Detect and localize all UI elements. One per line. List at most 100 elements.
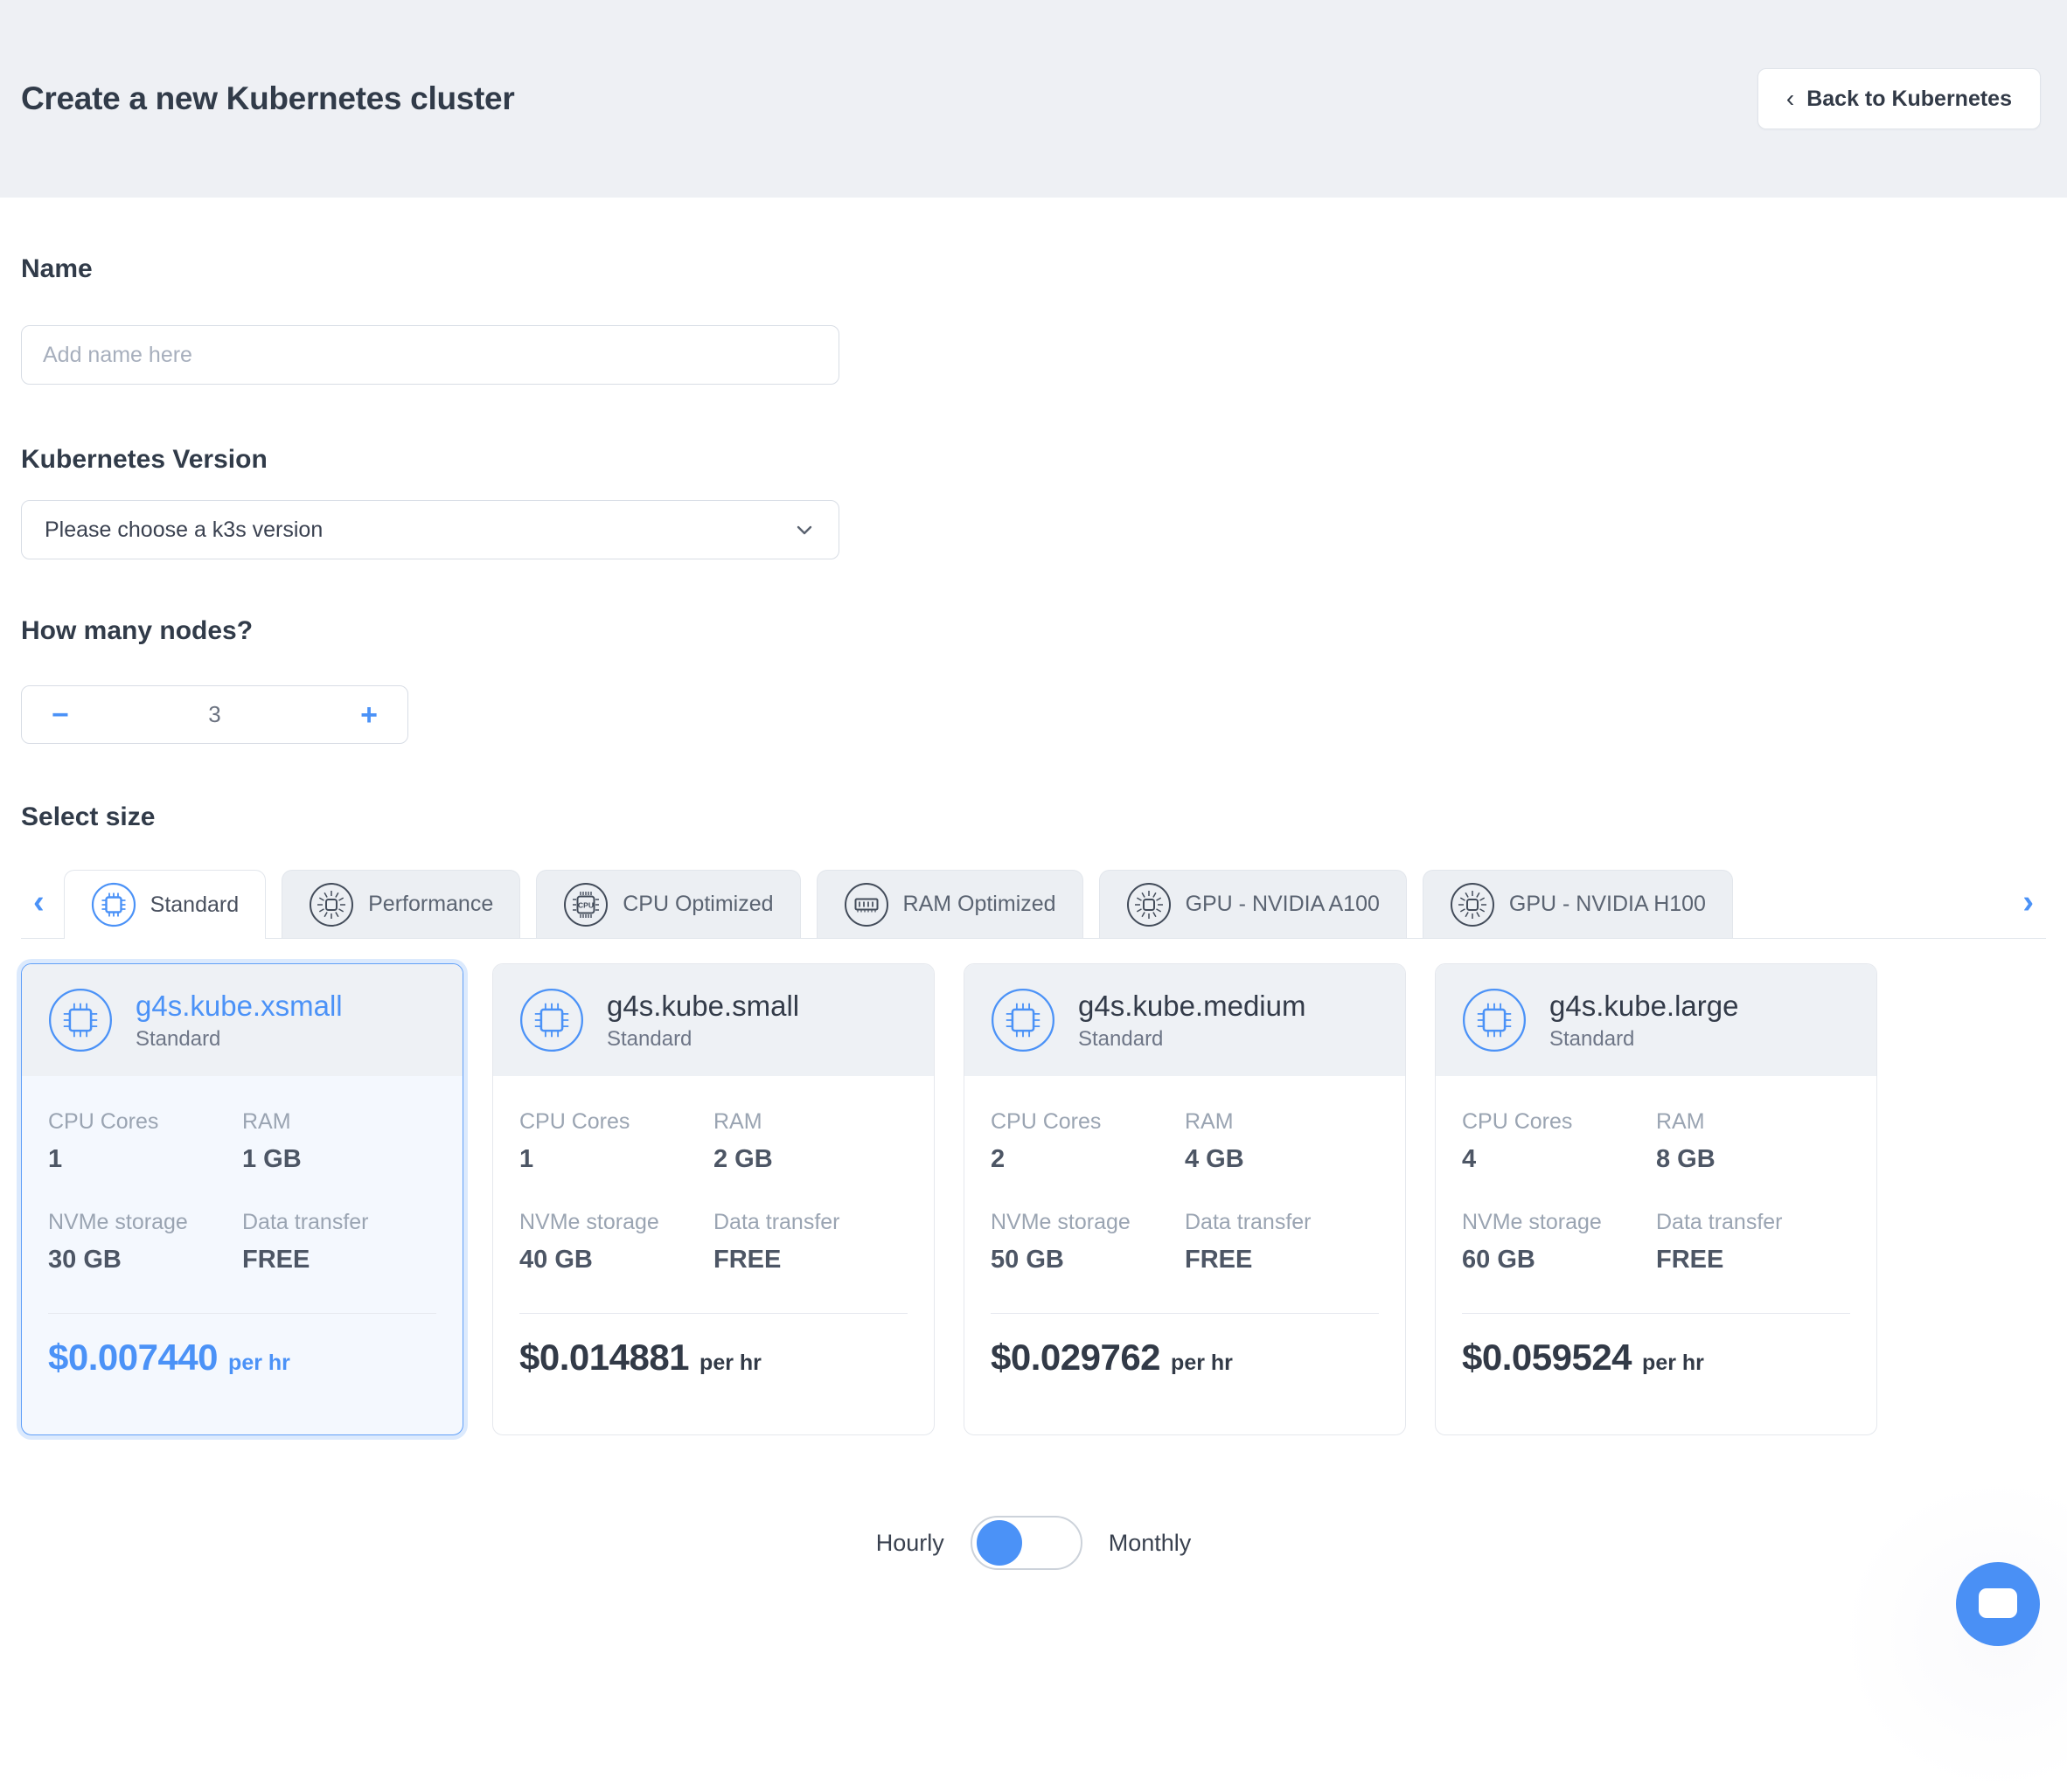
billing-period-toggle[interactable] <box>971 1516 1082 1570</box>
hourly-label: Hourly <box>876 1530 944 1557</box>
size-card-g4s-kube-xsmall[interactable]: g4s.kube.xsmall Standard CPU Cores1 RAM1… <box>21 963 463 1435</box>
page-header: Create a new Kubernetes cluster ‹ Back t… <box>0 0 2067 198</box>
price-row: $0.059524 per hr <box>1436 1314 1876 1379</box>
spec-value: 8 GB <box>1656 1147 1850 1172</box>
decrement-nodes-button[interactable]: − <box>52 700 69 730</box>
spec-value: FREE <box>1185 1247 1379 1273</box>
spec-value: 50 GB <box>991 1247 1185 1273</box>
k3s-version-select[interactable]: Please choose a k3s version <box>21 500 839 559</box>
size-name: g4s.kube.large <box>1549 989 1738 1024</box>
price: $0.029762 <box>991 1337 1160 1379</box>
size-cards: g4s.kube.xsmall Standard CPU Cores1 RAM1… <box>21 963 2046 1435</box>
size-card-g4s-kube-small[interactable]: g4s.kube.small Standard CPU Cores1 RAM2 … <box>492 963 935 1435</box>
spec-grid: CPU Cores2 RAM4 GB NVMe storage50 GB Dat… <box>964 1076 1405 1273</box>
size-tier: Standard <box>607 1027 799 1052</box>
price-row: $0.014881 per hr <box>493 1314 934 1379</box>
page-title: Create a new Kubernetes cluster <box>21 80 514 117</box>
k3s-version-selected-option: Please choose a k3s version <box>45 517 323 543</box>
spec-value: 1 <box>48 1147 242 1172</box>
size-name: g4s.kube.small <box>607 989 799 1024</box>
node-count-label: How many nodes? <box>21 615 2046 647</box>
size-card-g4s-kube-medium[interactable]: g4s.kube.medium Standard CPU Cores2 RAM4… <box>964 963 1406 1435</box>
tab-label: RAM Optimized <box>903 892 1056 917</box>
spec-value: 30 GB <box>48 1247 242 1273</box>
spec-grid: CPU Cores4 RAM8 GB NVMe storage60 GB Dat… <box>1436 1076 1876 1273</box>
tab-ram-optimized[interactable]: RAM Optimized <box>817 870 1083 938</box>
spec-label: NVMe storage <box>991 1212 1185 1233</box>
tab-label: CPU Optimized <box>623 892 773 917</box>
select-size-label: Select size <box>21 802 2046 833</box>
spec-value: 2 GB <box>713 1147 908 1172</box>
spec-value: 1 <box>519 1147 713 1172</box>
spec-label: CPU Cores <box>48 1111 242 1133</box>
size-tier: Standard <box>1549 1027 1738 1052</box>
price: $0.014881 <box>519 1337 689 1379</box>
size-card-g4s-kube-large[interactable]: g4s.kube.large Standard CPU Cores4 RAM8 … <box>1435 963 1877 1435</box>
spec-value: 60 GB <box>1462 1247 1656 1273</box>
tab-performance[interactable]: Performance <box>282 870 520 938</box>
spec-label: RAM <box>713 1111 908 1133</box>
spec-value: FREE <box>1656 1247 1850 1273</box>
spec-label: RAM <box>1185 1111 1379 1133</box>
tab-label: Performance <box>368 892 493 917</box>
price-unit: per hr <box>1171 1351 1233 1376</box>
price-unit: per hr <box>228 1351 290 1376</box>
node-count-stepper: − 3 + <box>21 685 408 744</box>
chip-icon <box>1462 988 1527 1052</box>
card-header: g4s.kube.xsmall Standard <box>22 964 463 1076</box>
tabs-scroll-left-button[interactable]: ‹ <box>33 886 45 938</box>
chat-launcher-button[interactable] <box>1956 1562 2040 1646</box>
spec-label: NVMe storage <box>1462 1212 1656 1233</box>
tab-cpu-optimized[interactable]: CPU CPU Optimized <box>536 870 800 938</box>
chip-icon <box>991 988 1055 1052</box>
spec-value: 2 <box>991 1147 1185 1172</box>
node-count-value: 3 <box>208 701 220 728</box>
price-unit: per hr <box>699 1351 762 1376</box>
spec-label: Data transfer <box>242 1212 436 1233</box>
tab-gpu-nvidia-a100[interactable]: GPU - NVIDIA A100 <box>1099 870 1407 938</box>
spec-value: FREE <box>242 1247 436 1273</box>
tab-gpu-nvidia-h100[interactable]: GPU - NVIDIA H100 <box>1423 870 1733 938</box>
chat-bubble-icon <box>1979 1588 2017 1618</box>
price: $0.007440 <box>48 1337 218 1379</box>
spec-grid: CPU Cores1 RAM1 GB NVMe storage30 GB Dat… <box>22 1076 463 1273</box>
tab-label: GPU - NVIDIA A100 <box>1186 892 1380 917</box>
ram-stick-icon <box>844 882 889 927</box>
chevron-left-icon: ‹ <box>1786 87 1794 111</box>
chevron-down-icon <box>793 518 816 541</box>
toggle-knob <box>977 1520 1022 1566</box>
card-header: g4s.kube.small Standard <box>493 964 934 1076</box>
tab-standard[interactable]: Standard <box>64 870 266 939</box>
cluster-name-input[interactable] <box>21 325 839 385</box>
price: $0.059524 <box>1462 1337 1632 1379</box>
spec-label: NVMe storage <box>519 1212 713 1233</box>
kubernetes-version-label: Kubernetes Version <box>21 444 2046 476</box>
price-row: $0.029762 per hr <box>964 1314 1405 1379</box>
spec-grid: CPU Cores1 RAM2 GB NVMe storage40 GB Dat… <box>493 1076 934 1273</box>
back-to-kubernetes-button[interactable]: ‹ Back to Kubernetes <box>1757 68 2041 129</box>
spec-label: Data transfer <box>713 1212 908 1233</box>
chip-icon <box>48 988 113 1052</box>
spec-label: CPU Cores <box>1462 1111 1656 1133</box>
card-header: g4s.kube.large Standard <box>1436 964 1876 1076</box>
card-header: g4s.kube.medium Standard <box>964 964 1405 1076</box>
price-row: $0.007440 per hr <box>22 1314 463 1379</box>
tab-label: GPU - NVIDIA H100 <box>1509 892 1706 917</box>
back-button-label: Back to Kubernetes <box>1806 87 2012 112</box>
billing-toggle-row: Hourly Monthly <box>21 1516 2046 1570</box>
spec-value: 40 GB <box>519 1247 713 1273</box>
spec-label: CPU Cores <box>991 1111 1185 1133</box>
tabs-scroll-right-button[interactable]: › <box>2022 886 2034 938</box>
monthly-label: Monthly <box>1109 1530 1192 1557</box>
tab-label: Standard <box>150 893 239 918</box>
name-label: Name <box>21 254 2046 285</box>
size-tier: Standard <box>136 1027 343 1052</box>
spec-value: FREE <box>713 1247 908 1273</box>
spec-label: RAM <box>1656 1111 1850 1133</box>
main-content: Name Kubernetes Version Please choose a … <box>0 254 2067 1570</box>
increment-nodes-button[interactable]: + <box>360 700 378 730</box>
spec-label: RAM <box>242 1111 436 1133</box>
standard-chip-icon <box>91 882 136 927</box>
svg-text:CPU: CPU <box>578 900 594 909</box>
spec-label: Data transfer <box>1185 1212 1379 1233</box>
